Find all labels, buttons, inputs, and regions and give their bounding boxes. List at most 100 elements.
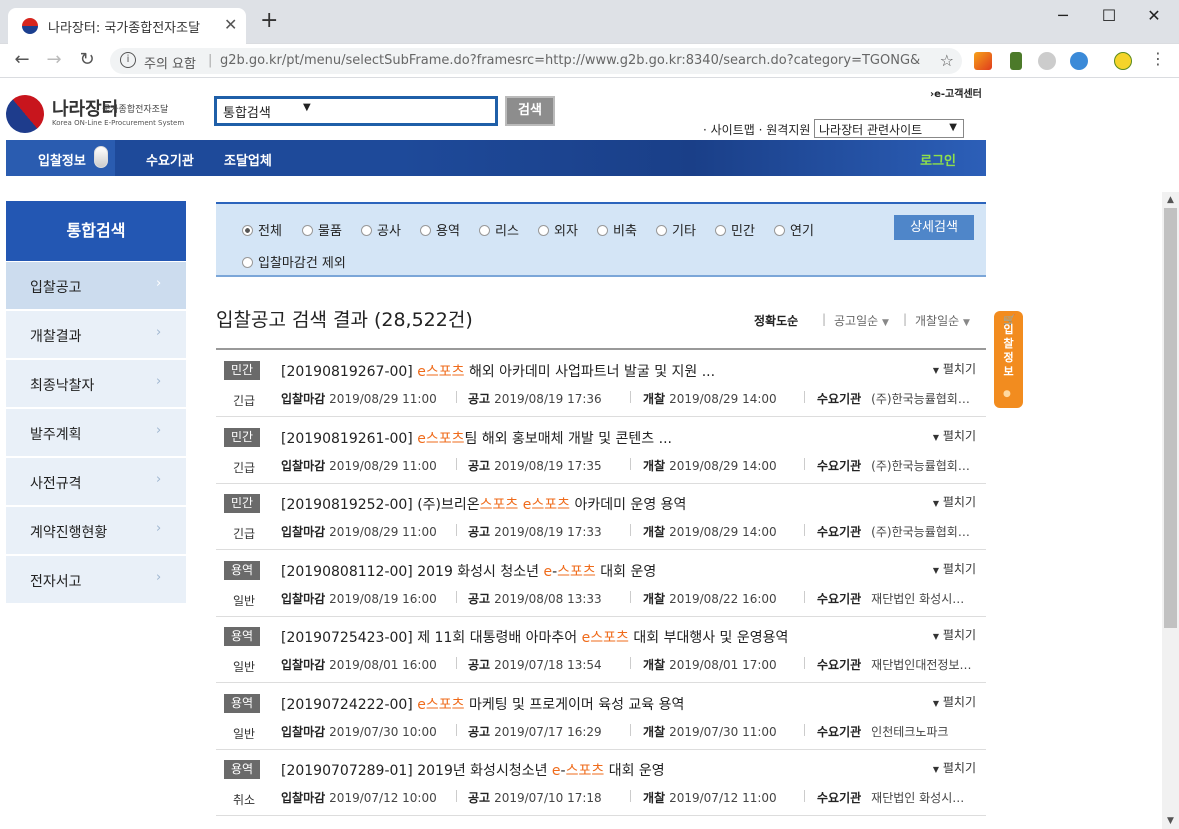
lnb-item-bid-notice[interactable]: 입찰공고 ›: [6, 262, 186, 310]
browser-titlebar: 나라장터: 국가종합전자조달 ✕ + ─ ☐ ✕: [0, 0, 1179, 44]
radio-label: 연기: [790, 224, 814, 239]
radio-goods[interactable]: 물품: [302, 220, 342, 239]
back-button[interactable]: ←: [10, 49, 34, 70]
radio-exclude-closed[interactable]: 입찰마감건 제외: [242, 252, 346, 271]
login-link[interactable]: 로그인: [920, 150, 956, 169]
chevron-right-icon: ›: [156, 325, 162, 340]
bookmark-star-icon[interactable]: ☆: [940, 51, 954, 70]
radio-all[interactable]: 전체: [242, 220, 282, 239]
extension-smiley-icon[interactable]: [1114, 52, 1132, 70]
customer-center-link[interactable]: ›e-고객센터: [930, 85, 982, 100]
caret-down-icon: ▼: [882, 318, 889, 328]
extension-bookmark-icon[interactable]: [1010, 52, 1022, 70]
info-icon[interactable]: i: [120, 52, 136, 68]
nav-item-supplier[interactable]: 조달업체: [224, 150, 272, 169]
sort-open-date[interactable]: 개찰일순 ▼: [915, 312, 970, 329]
extension-globe-icon[interactable]: [1038, 52, 1056, 70]
sort-accuracy[interactable]: 정확도순: [754, 312, 798, 329]
radio-stockpile[interactable]: 비축: [597, 220, 637, 239]
forward-button[interactable]: →: [42, 49, 66, 70]
deadline-value: 2019/08/19 16:00: [329, 592, 437, 606]
search-input[interactable]: 통합검색 ▼: [214, 96, 498, 126]
expand-toggle[interactable]: ▼ 펼치기: [933, 493, 976, 510]
radio-postponed[interactable]: 연기: [774, 220, 814, 239]
keyword-highlight: 스포츠: [565, 763, 605, 779]
detail-search-button[interactable]: 상세검색: [894, 215, 974, 240]
expand-toggle[interactable]: ▼ 펼치기: [933, 626, 976, 643]
meta-label: 공고: [468, 525, 491, 539]
caret-down-icon: ▼: [932, 499, 940, 508]
bid-title-link[interactable]: [20190724222-00] e스포츠 마케팅 및 프로게이머 육성 교육 …: [281, 694, 684, 714]
search-category-select[interactable]: 통합검색: [223, 102, 271, 121]
radio-other[interactable]: 기타: [656, 220, 696, 239]
lnb-item-contract-status[interactable]: 계약진행현황 ›: [6, 507, 186, 555]
open-field: 개찰 2019/08/29 14:00: [643, 523, 777, 540]
bid-title-link[interactable]: [20190819252-00] (주)브리온스포츠 e스포츠 아카데미 운영 …: [281, 494, 686, 514]
page-scrollbar[interactable]: ▲ ▼: [1162, 192, 1179, 829]
radio-lease[interactable]: 리스: [479, 220, 519, 239]
bid-title-link[interactable]: [20190819261-00] e스포츠팀 해외 홍보매체 개발 및 콘텐츠 …: [281, 428, 672, 448]
bid-kind: 긴급: [233, 527, 256, 541]
nav-item-agency[interactable]: 수요기관: [146, 150, 194, 169]
meta-separator: [456, 657, 457, 669]
radio-service[interactable]: 용역: [420, 220, 460, 239]
extension-lock-icon[interactable]: [1070, 52, 1088, 70]
expand-toggle[interactable]: ▼ 펼치기: [933, 693, 976, 710]
title-text: 대회 부대행사 및 운영용역: [628, 630, 789, 646]
open-value: 2019/08/22 16:00: [669, 592, 777, 606]
radio-construction[interactable]: 공사: [361, 220, 401, 239]
deadline-field: 입찰마감 2019/08/19 16:00: [281, 590, 437, 607]
bid-kind: 일반: [233, 594, 256, 608]
meta-label: 입찰마감: [281, 392, 326, 406]
radio-icon: [302, 225, 313, 236]
expand-toggle[interactable]: ▼ 펼치기: [933, 759, 976, 776]
expand-toggle[interactable]: ▼ 펼치기: [933, 360, 976, 377]
expand-toggle[interactable]: ▼ 펼치기: [933, 560, 976, 577]
open-value: 2019/08/29 14:00: [669, 392, 777, 406]
security-warning[interactable]: 주의 요함: [144, 53, 196, 72]
bid-title-link[interactable]: [20190808112-00] 2019 화성시 청소년 e-스포츠 대회 운…: [281, 561, 656, 581]
scroll-up-icon[interactable]: ▲: [1162, 192, 1179, 208]
lnb-item-order-plan[interactable]: 발주계획 ›: [6, 409, 186, 457]
lnb-item-e-archive[interactable]: 전자서고 ›: [6, 556, 186, 604]
window-close-button[interactable]: ✕: [1131, 6, 1177, 25]
related-sites-label: 나라장터 관련사이트: [819, 123, 923, 137]
lnb-item-final-winner[interactable]: 최종낙찰자 ›: [6, 360, 186, 408]
bid-info-side-tab[interactable]: 🛒 입찰정보 ●: [994, 311, 1023, 408]
radio-foreign[interactable]: 외자: [538, 220, 578, 239]
bid-kind: 취소: [233, 793, 256, 807]
scroll-thumb[interactable]: [1164, 208, 1177, 628]
scroll-down-icon[interactable]: ▼: [1162, 813, 1179, 829]
reload-button[interactable]: ↻: [75, 49, 99, 70]
minimize-button[interactable]: ─: [1040, 6, 1086, 25]
browser-menu-icon[interactable]: ⋮: [1146, 49, 1170, 68]
bid-title-link[interactable]: [20190819267-00] e스포츠 해외 아카데미 사업파트너 발굴 및…: [281, 361, 715, 381]
meta-separator: [804, 458, 805, 470]
maximize-button[interactable]: ☐: [1086, 6, 1132, 25]
search-button[interactable]: 검색: [505, 96, 555, 126]
lnb-item-opening-results[interactable]: 개찰결과 ›: [6, 311, 186, 359]
new-tab-button[interactable]: +: [260, 10, 278, 32]
browser-tab[interactable]: 나라장터: 국가종합전자조달 ✕: [8, 8, 246, 44]
address-bar[interactable]: i 주의 요함 | g2b.go.kr/pt/menu/selectSubFra…: [110, 48, 962, 74]
lnb-item-pre-spec[interactable]: 사전규격 ›: [6, 458, 186, 506]
expand-toggle[interactable]: ▼ 펼치기: [933, 427, 976, 444]
extension-chart-icon[interactable]: [974, 52, 992, 70]
meta-label: 수요기관: [817, 525, 862, 539]
bid-title-link[interactable]: [20190725423-00] 제 11회 대통령배 아마추어 e스포츠 대회…: [281, 627, 788, 647]
sort-notice-date[interactable]: 공고일순 ▼: [834, 312, 889, 329]
title-text: 팀 해외 홍보매체 개발 및 콘텐츠 ...: [464, 431, 673, 447]
caret-down-icon: ▼: [932, 566, 940, 575]
sitemap-links[interactable]: · 사이트맵 · 원격지원: [703, 121, 810, 138]
tab-close-icon[interactable]: ✕: [224, 15, 237, 34]
url-text[interactable]: g2b.go.kr/pt/menu/selectSubFrame.do?fram…: [220, 53, 920, 68]
site-logo[interactable]: 나라장터 국가종합전자조달 Korea ON-Line E-Procuremen…: [0, 87, 206, 141]
bid-title-link[interactable]: [20190707289-01] 2019년 화성시청소년 e-스포츠 대회 운…: [281, 760, 665, 780]
radio-icon: [656, 225, 667, 236]
related-sites-select[interactable]: 나라장터 관련사이트 ▼: [814, 119, 964, 138]
nav-item-bid-info[interactable]: 입찰정보: [6, 140, 115, 176]
open-field: 개찰 2019/08/29 14:00: [643, 390, 777, 407]
title-text: 마케팅 및 프로게이머 육성 교육 용역: [464, 697, 685, 713]
bid-kind: 긴급: [233, 394, 256, 408]
radio-private[interactable]: 민간: [715, 220, 755, 239]
